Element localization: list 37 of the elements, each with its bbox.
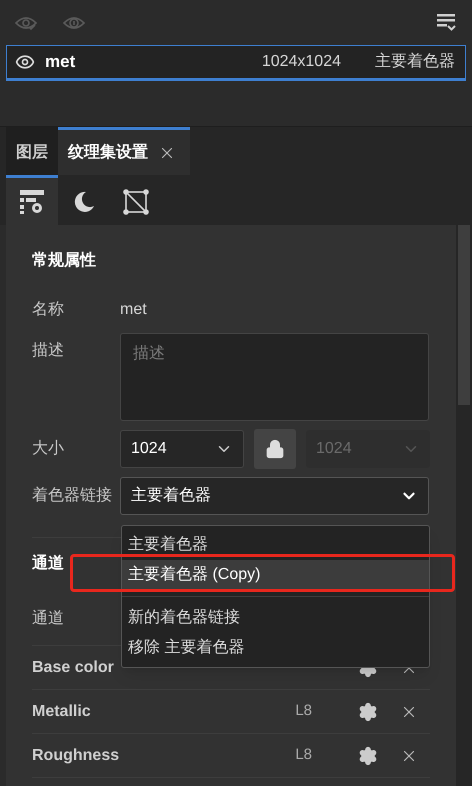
lock-icon [265, 439, 285, 459]
texture-settings-icon [19, 188, 45, 214]
channel-name: Metallic [32, 702, 91, 722]
channel-format: L8 [295, 745, 312, 766]
moon-icon [72, 190, 96, 214]
menu-item[interactable]: 新的着色器链接 [122, 603, 429, 633]
scrollbar-thumb[interactable] [458, 225, 470, 405]
channel-name: Base color [32, 658, 114, 678]
size-dropdown[interactable]: 1024 [120, 430, 244, 468]
field-label: 着色器链接 [32, 486, 113, 506]
layer-row[interactable]: met 1024x1024 主要着色器 [6, 45, 466, 81]
section-title: 常规属性 [32, 250, 97, 271]
shader-dropdown[interactable]: 主要着色器 [120, 477, 429, 515]
menu-item[interactable]: 主要着色器 [122, 530, 429, 560]
uv-square-icon [123, 188, 149, 214]
settings-icon[interactable] [358, 746, 378, 766]
layer-shader: 主要着色器 [375, 52, 455, 72]
filter-menu-icon[interactable] [437, 14, 457, 32]
panel-tab[interactable]: 图层 [6, 127, 58, 175]
field-label: 描述 [32, 340, 65, 361]
menu-item[interactable]: 移除 主要着色器 [122, 633, 429, 663]
menu-item[interactable]: 主要着色器 (Copy) [122, 560, 429, 590]
field-label: 名称 [32, 300, 65, 320]
channel-format: L8 [295, 701, 312, 722]
panel-tab[interactable] [6, 175, 58, 225]
channel-name: Roughness [32, 746, 120, 766]
panel-tab[interactable]: 纹理集设置 [58, 127, 190, 175]
field-label: 大小 [32, 438, 65, 459]
section-title: 通道 [32, 553, 64, 574]
layer-size: 1024x1024 [262, 52, 341, 72]
name-value: met [120, 300, 147, 320]
layer-name: met [45, 51, 76, 74]
lock-button[interactable] [254, 429, 296, 469]
settings-icon[interactable] [358, 702, 378, 722]
field-label: 通道 [32, 608, 64, 628]
description-field[interactable]: 描述 [120, 333, 429, 421]
eye-check-icon[interactable] [15, 14, 37, 30]
